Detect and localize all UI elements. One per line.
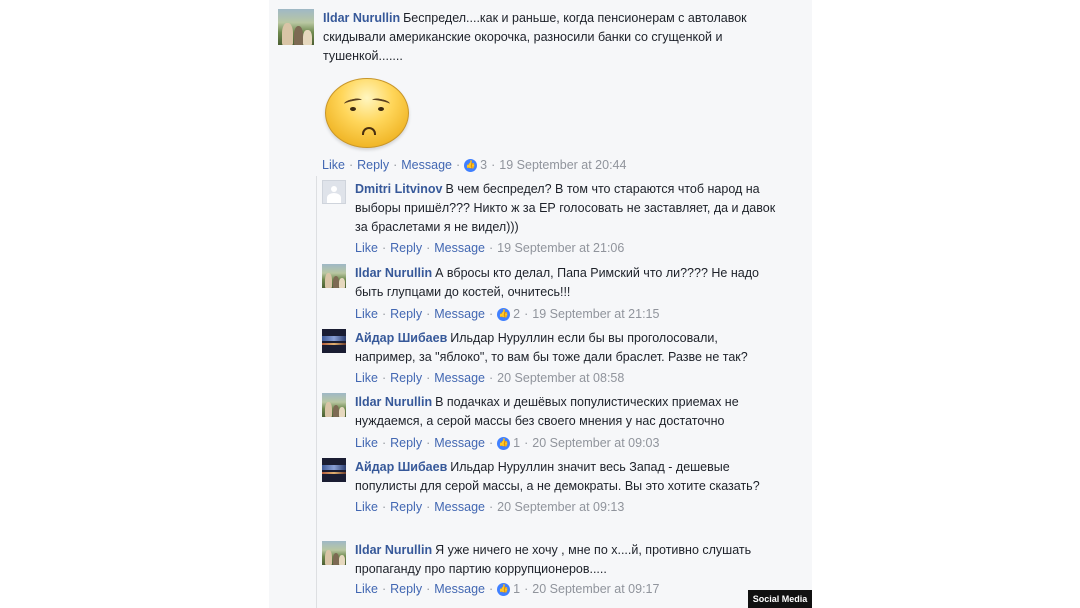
reply-link[interactable]: Reply [390, 434, 422, 452]
timestamp[interactable]: 20 September at 08:58 [497, 369, 624, 387]
message-link[interactable]: Message [434, 305, 485, 323]
avatar[interactable] [322, 180, 346, 204]
like-link[interactable]: Like [355, 369, 378, 387]
reply-actions: Like · Reply · Message · 👍 1 · 20 Septem… [355, 434, 660, 452]
timestamp[interactable]: 19 September at 21:15 [532, 305, 659, 323]
timestamp[interactable]: 20 September at 09:03 [532, 434, 659, 452]
avatar[interactable] [322, 541, 346, 565]
reply-author[interactable]: Айдар Шибаев [355, 331, 447, 345]
reply-thread-line [316, 176, 317, 608]
thumbs-up-icon: 👍 [464, 158, 478, 172]
avatar[interactable] [322, 458, 346, 482]
timestamp[interactable]: 20 September at 09:13 [497, 498, 624, 516]
comment-body: Ildar Nurullin Беспредел....как и раньше,… [323, 9, 778, 66]
reply-body: Ildar Nurullin В подачках и дешёвых попул… [355, 393, 782, 431]
reply: Ildar Nurullin Я уже ничего не хочу , мне… [322, 541, 782, 598]
sad-face-sticker-icon [325, 78, 409, 148]
like-link[interactable]: Like [355, 498, 378, 516]
reply-actions: Like · Reply · Message · 👍 2 · 19 Septem… [355, 305, 660, 323]
thumbs-up-icon: 👍 [497, 436, 511, 450]
avatar[interactable] [322, 329, 346, 353]
message-link[interactable]: Message [434, 434, 485, 452]
timestamp[interactable]: 19 September at 21:06 [497, 239, 624, 257]
like-count[interactable]: 3 [480, 156, 487, 174]
message-link[interactable]: Message [434, 580, 485, 598]
reply-link[interactable]: Reply [390, 580, 422, 598]
like-count[interactable]: 1 [513, 434, 520, 452]
like-count[interactable]: 2 [513, 305, 520, 323]
reply-actions: Like · Reply · Message · 👍 1 · 20 Septem… [355, 580, 660, 598]
reply-body: Dmitri Litvinov В чем беспредел? В том чт… [355, 180, 780, 237]
timestamp[interactable]: 20 September at 09:17 [532, 580, 659, 598]
thumbs-up-icon: 👍 [497, 307, 511, 321]
reply-body: Айдар Шибаев Ильдар Нуруллин значит весь … [355, 458, 767, 496]
message-link[interactable]: Message [434, 369, 485, 387]
reply-actions: Like · Reply · Message · 20 September at… [355, 369, 625, 387]
message-link[interactable]: Message [434, 239, 485, 257]
message-link[interactable]: Message [401, 156, 452, 174]
source-badge: Social Media [748, 590, 812, 608]
message-link[interactable]: Message [434, 498, 485, 516]
comment: Ildar Nurullin Беспредел....как и раньше,… [278, 9, 778, 66]
timestamp[interactable]: 19 September at 20:44 [499, 156, 626, 174]
reply-actions: Like · Reply · Message · 20 September at… [355, 498, 625, 516]
reply: Айдар Шибаев Ильдар Нуруллин если бы вы п… [322, 329, 782, 387]
thumbs-up-icon: 👍 [497, 582, 511, 596]
reply: Ildar Nurullin А вбросы кто делал, Папа Р… [322, 264, 782, 323]
reply-actions: Like · Reply · Message · 19 September at… [355, 239, 625, 257]
like-link[interactable]: Like [355, 305, 378, 323]
comment-author[interactable]: Ildar Nurullin [323, 11, 400, 25]
reply: Айдар Шибаев Ильдар Нуруллин значит весь … [322, 458, 782, 516]
reply-author[interactable]: Dmitri Litvinov [355, 182, 443, 196]
like-count[interactable]: 1 [513, 580, 520, 598]
reply: Ildar Nurullin В подачках и дешёвых попул… [322, 393, 782, 452]
comment-actions: Like · Reply · Message · 👍 3 · 19 Septem… [322, 156, 627, 174]
like-link[interactable]: Like [322, 156, 345, 174]
reply: Dmitri Litvinov В чем беспредел? В том чт… [322, 180, 782, 257]
like-link[interactable]: Like [355, 239, 378, 257]
like-link[interactable]: Like [355, 434, 378, 452]
reply-author[interactable]: Ildar Nurullin [355, 395, 432, 409]
reply-author[interactable]: Ildar Nurullin [355, 543, 432, 557]
reply-author[interactable]: Айдар Шибаев [355, 460, 447, 474]
reply-body: Айдар Шибаев Ильдар Нуруллин если бы вы п… [355, 329, 780, 367]
reply-link[interactable]: Reply [390, 239, 422, 257]
reply-author[interactable]: Ildar Nurullin [355, 266, 432, 280]
like-link[interactable]: Like [355, 580, 378, 598]
avatar[interactable] [278, 9, 314, 45]
reply-body: Ildar Nurullin Я уже ничего не хочу , мне… [355, 541, 780, 579]
reply-link[interactable]: Reply [390, 305, 422, 323]
reply-link[interactable]: Reply [390, 498, 422, 516]
reply-body: Ildar Nurullin А вбросы кто делал, Папа Р… [355, 264, 780, 302]
avatar[interactable] [322, 393, 346, 417]
reply-link[interactable]: Reply [390, 369, 422, 387]
reply-link[interactable]: Reply [357, 156, 389, 174]
avatar[interactable] [322, 264, 346, 288]
